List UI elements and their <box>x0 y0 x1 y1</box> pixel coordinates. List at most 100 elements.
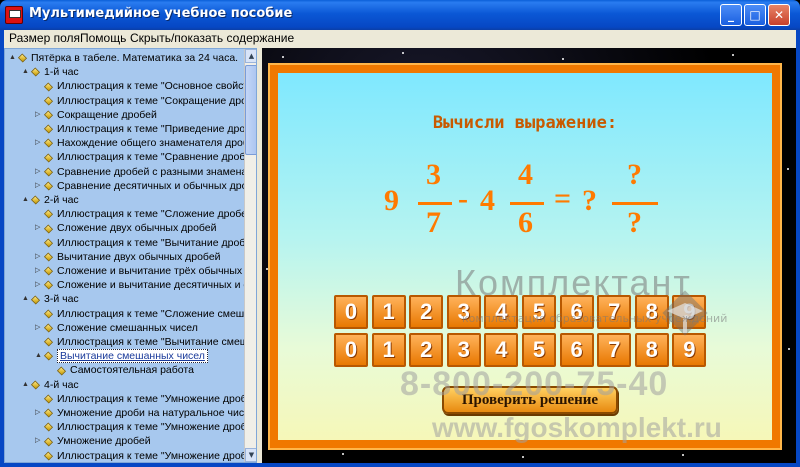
tree-node-icon <box>56 366 67 376</box>
tree-item[interactable]: ▷ Нахождение общего знаменателя дробей <box>35 136 257 150</box>
digit-button[interactable]: 5 <box>522 333 556 367</box>
tree-node-icon <box>43 351 54 361</box>
tree-node-icon <box>30 195 41 205</box>
digit-button[interactable]: 3 <box>446 295 481 329</box>
tree-item[interactable]: Самостоятельная работа <box>48 363 194 377</box>
window-title: Мультимедийное учебное пособие <box>29 6 293 21</box>
tree-scrollbar[interactable]: ▲ ▼ <box>244 49 256 462</box>
digit-button[interactable]: 1 <box>371 295 406 329</box>
tree-item[interactable]: Иллюстрация к теме "Умножение дробей <box>35 449 256 462</box>
digit-button[interactable]: 7 <box>597 295 632 329</box>
tree-item[interactable]: ▷ Сложение и вычитание трёх обычных дробе… <box>35 264 256 278</box>
tree-item-label: Иллюстрация к теме "Вычитание смешанных <box>57 336 257 349</box>
tree-item-label: Нахождение общего знаменателя дробей <box>57 137 257 150</box>
tree-item[interactable]: Иллюстрация к теме "Вычитание дробей <box>35 236 257 250</box>
scroll-up-arrow-icon[interactable]: ▲ <box>245 49 256 63</box>
tree-node-icon <box>43 323 54 333</box>
tree-expander-icon[interactable]: ▷ <box>35 136 44 150</box>
tree-item[interactable]: ▷ Сложение двух обычных дробей <box>35 221 217 235</box>
tree-expander-icon[interactable]: ▷ <box>35 321 44 335</box>
tree-expander-icon[interactable]: ▲ <box>22 292 31 306</box>
tree-node-icon <box>43 209 54 219</box>
digit-button[interactable]: 0 <box>334 333 368 367</box>
menu-help[interactable]: Помощь <box>80 31 126 45</box>
numerator-2: 4 <box>518 158 533 191</box>
title-bar: Мультимедийное учебное пособие _ □ ✕ <box>0 0 800 30</box>
scroll-down-arrow-icon[interactable]: ▼ <box>245 448 256 462</box>
tree-item[interactable]: ▷ Умножение дробей <box>35 434 151 448</box>
tree-item-label: Сложение и вычитание десятичных и обычны… <box>57 279 256 292</box>
maximize-button[interactable]: □ <box>744 4 766 26</box>
tree-item[interactable]: Иллюстрация к теме "Сравнение дробей <box>35 150 256 164</box>
tree-item[interactable]: ▷ Вычитание двух обычных дробей <box>35 250 221 264</box>
tree-item[interactable]: Иллюстрация к теме "Сложение дробей <box>35 207 253 221</box>
tree-item[interactable]: ▲ 3-й час <box>22 292 79 306</box>
tree-expander-icon[interactable]: ▲ <box>22 378 31 392</box>
tree-item[interactable]: Иллюстрация к теме "Приведение дробей <box>35 122 256 136</box>
digit-button[interactable]: 2 <box>409 295 444 329</box>
tree-item[interactable]: ▷ Сравнение дробей с разными знаменателям… <box>35 165 256 179</box>
tree-expander-icon[interactable]: ▷ <box>35 165 44 179</box>
tree-item[interactable]: Иллюстрация к теме "Умножение дробей <box>35 420 256 434</box>
tree-expander-icon[interactable]: ▷ <box>35 221 44 235</box>
tree-item-label: Иллюстрация к теме "Умножение дробей <box>57 393 257 406</box>
tree-expander-icon[interactable]: ▲ <box>22 193 31 207</box>
tree-expander-icon[interactable]: ▷ <box>35 250 44 264</box>
tree-expander-icon[interactable]: ▷ <box>35 434 44 448</box>
digit-button[interactable]: 5 <box>522 295 556 329</box>
tree-item[interactable]: Иллюстрация к теме "Вычитание смешанных <box>35 335 257 349</box>
minus-sign: - <box>458 182 468 215</box>
tree-expander-icon[interactable]: ▲ <box>22 65 31 79</box>
digit-button[interactable]: 4 <box>484 295 519 329</box>
menu-field-size[interactable]: Размер поля <box>9 31 80 45</box>
tree-node-icon <box>43 153 54 163</box>
tree-item[interactable]: ▲ 2-й час <box>22 193 79 207</box>
menu-toggle-contents[interactable]: Скрыть/показать содержание <box>130 31 294 45</box>
tree-expander-icon[interactable]: ▷ <box>35 108 44 122</box>
tree-item-label: Иллюстрация к теме "Сложение дробей <box>57 208 253 221</box>
numerator-1: 3 <box>426 158 441 191</box>
tree-item[interactable]: Иллюстрация к теме "Основное свойство <box>35 79 256 93</box>
digit-button[interactable]: 6 <box>559 295 594 329</box>
tree-item[interactable]: ▷ Сложение и вычитание десятичных и обычн… <box>35 278 256 292</box>
tree-item-label: Вычитание смешанных чисел <box>57 349 208 364</box>
check-solution-button[interactable]: Проверить решение <box>442 386 618 414</box>
tree-item[interactable]: ▷ Сложение смешанных чисел <box>35 321 198 335</box>
tree-item[interactable]: Иллюстрация к теме "Умножение дробей <box>35 392 257 406</box>
tree-expander-icon[interactable]: ▷ <box>35 264 44 278</box>
digit-button[interactable]: 6 <box>559 333 594 367</box>
answer-fraction-bar <box>612 202 658 205</box>
minimize-button[interactable]: _ <box>720 4 742 26</box>
tree-item[interactable]: ▷ Сокращение дробей <box>35 108 157 122</box>
digit-button[interactable]: 1 <box>371 333 406 367</box>
digit-button[interactable]: 3 <box>446 333 481 367</box>
tree-node-icon <box>43 309 54 319</box>
digit-button[interactable]: 4 <box>484 333 519 367</box>
digit-button[interactable]: 7 <box>597 333 632 367</box>
tree-item[interactable]: Иллюстрация к теме "Сокращение дробей" <box>35 94 256 108</box>
tree-item-label: 3-й час <box>44 293 79 306</box>
close-button[interactable]: ✕ <box>768 4 790 26</box>
math-expression: 9 3 7 - 4 4 6 = ? ? ? <box>278 158 772 248</box>
tree-item[interactable]: ▲ 1-й час <box>22 65 79 79</box>
tree-item[interactable]: ▲ 4-й час <box>22 378 79 392</box>
tree-item[interactable]: Иллюстрация к теме "Сложение смешанных <box>35 307 256 321</box>
tree-expander-icon[interactable]: ▷ <box>35 278 44 292</box>
digit-button[interactable]: 0 <box>334 295 368 329</box>
window-border-right <box>796 30 800 467</box>
tree-node-icon <box>30 295 41 305</box>
tree-item[interactable]: ▲ Пятёрка в табеле. Математика за 24 часа… <box>9 51 238 65</box>
tree-item[interactable]: ▷ Умножение дроби на натуральное число <box>35 406 256 420</box>
tree-expander-icon[interactable]: ▷ <box>35 406 44 420</box>
tree-node-icon <box>30 380 41 390</box>
tree-expander-icon[interactable]: ▲ <box>35 349 44 363</box>
tree-item-label: Иллюстрация к теме "Вычитание дробей <box>57 236 257 249</box>
tree-item[interactable]: ▲ Вычитание смешанных чисел <box>35 349 208 364</box>
tree-expander-icon[interactable]: ▷ <box>35 179 44 193</box>
tree-item-label: Вычитание двух обычных дробей <box>57 251 221 264</box>
tree-item-label: 2-й час <box>44 194 79 207</box>
scroll-thumb[interactable] <box>245 65 256 155</box>
digit-button[interactable]: 2 <box>409 333 444 367</box>
tree-expander-icon[interactable]: ▲ <box>9 51 18 65</box>
tree-item[interactable]: ▷ Сравнение десятичных и обычных дробей <box>35 179 256 193</box>
